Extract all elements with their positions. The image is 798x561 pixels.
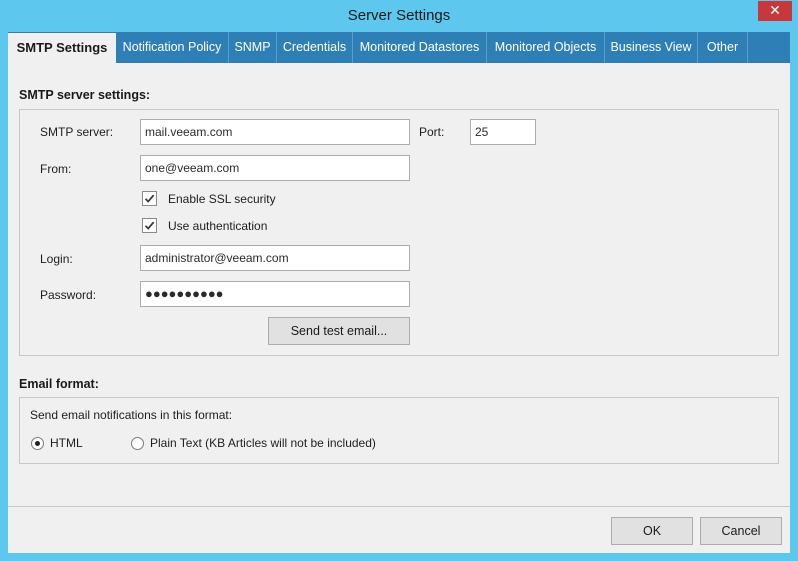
- footer-divider: [8, 506, 790, 507]
- smtp-server-input[interactable]: mail.veeam.com: [140, 119, 410, 145]
- tab-monitored-objects[interactable]: Monitored Objects: [487, 32, 605, 63]
- tab-notification-policy[interactable]: Notification Policy: [116, 32, 229, 63]
- port-label: Port:: [419, 125, 445, 139]
- password-label: Password:: [40, 288, 97, 302]
- smtp-section-title: SMTP server settings:: [19, 88, 151, 102]
- ok-button[interactable]: OK: [611, 517, 693, 545]
- cancel-button[interactable]: Cancel: [700, 517, 782, 545]
- html-format-label[interactable]: HTML: [50, 436, 83, 450]
- tab-snmp[interactable]: SNMP: [229, 32, 277, 63]
- enable-ssl-label[interactable]: Enable SSL security: [168, 192, 276, 206]
- title-bar[interactable]: Server Settings ✕: [0, 0, 798, 32]
- tab-monitored-datastores[interactable]: Monitored Datastores: [353, 32, 487, 63]
- tab-smtp-settings[interactable]: SMTP Settings: [8, 33, 116, 64]
- tab-credentials[interactable]: Credentials: [277, 32, 353, 63]
- smtp-server-label: SMTP server:: [40, 125, 114, 139]
- login-label: Login:: [40, 252, 73, 266]
- from-label: From:: [40, 162, 72, 176]
- login-input[interactable]: administrator@veeam.com: [140, 245, 410, 271]
- use-authentication-checkbox[interactable]: [142, 218, 157, 233]
- selected-dot: [35, 441, 40, 446]
- server-settings-window: Server Settings ✕ SMTP Settings Notifica…: [0, 0, 798, 561]
- checkmark-icon: [144, 221, 155, 230]
- dialog-body: SMTP Settings Notification Policy SNMP C…: [8, 32, 790, 553]
- plain-text-format-label[interactable]: Plain Text (KB Articles will not be incl…: [150, 436, 376, 450]
- password-input[interactable]: ●●●●●●●●●●: [140, 281, 410, 307]
- enable-ssl-checkbox[interactable]: [142, 191, 157, 206]
- html-format-radio[interactable]: [31, 437, 44, 450]
- tab-strip: SMTP Settings Notification Policy SNMP C…: [8, 32, 790, 64]
- tab-business-view[interactable]: Business View: [605, 32, 698, 63]
- use-authentication-label[interactable]: Use authentication: [168, 219, 267, 233]
- email-format-prompt: Send email notifications in this format:: [30, 408, 233, 422]
- port-input[interactable]: 25: [470, 119, 536, 145]
- plain-text-format-radio[interactable]: [131, 437, 144, 450]
- window-title: Server Settings: [347, 7, 451, 24]
- send-test-email-button[interactable]: Send test email...: [268, 317, 410, 345]
- from-input[interactable]: one@veeam.com: [140, 155, 410, 181]
- checkmark-icon: [144, 194, 155, 203]
- close-button[interactable]: ✕: [758, 1, 792, 21]
- tab-other[interactable]: Other: [698, 32, 748, 63]
- email-format-section-title: Email format:: [19, 377, 99, 391]
